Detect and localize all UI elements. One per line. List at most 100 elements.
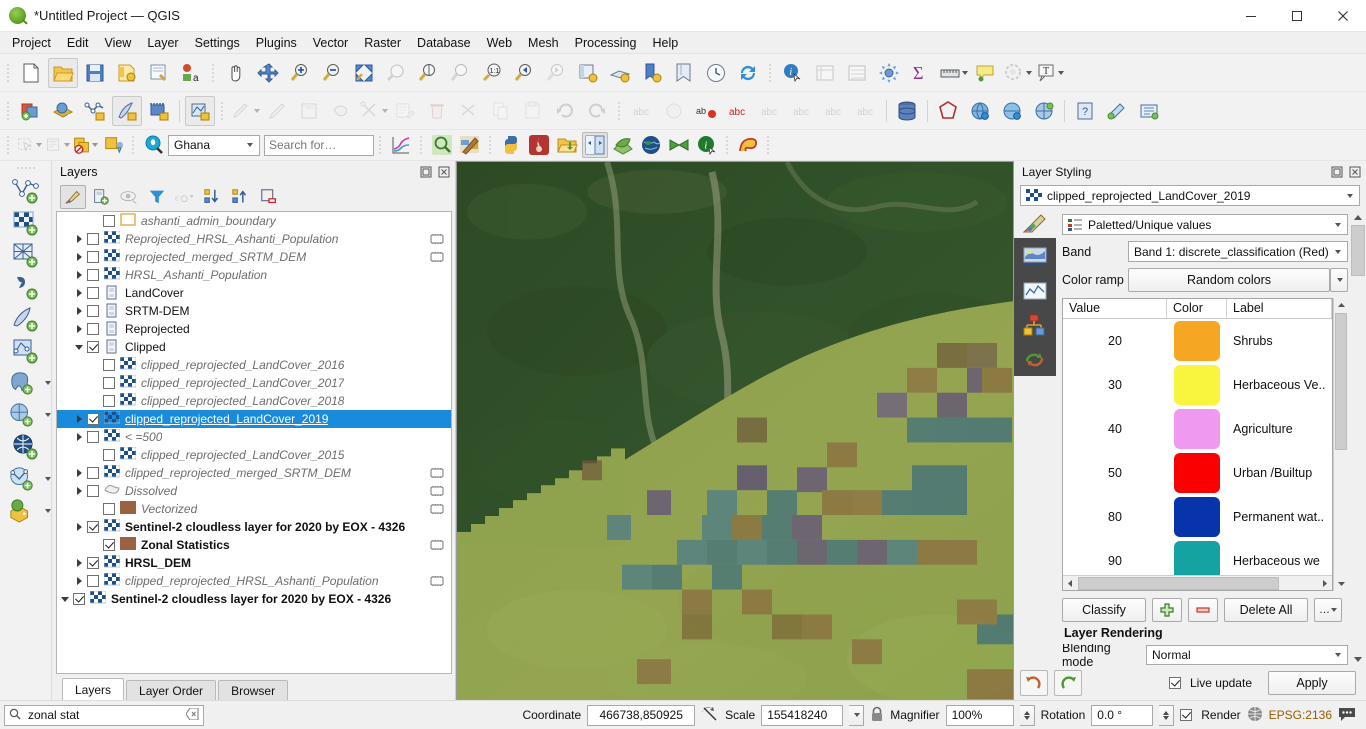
layer-tree-item[interactable]: HRSL_Ashanti_Population bbox=[57, 266, 451, 284]
expand-arrow-icon[interactable] bbox=[71, 428, 87, 446]
style-close-button[interactable] bbox=[1348, 165, 1362, 179]
select-value-caret[interactable] bbox=[64, 143, 70, 147]
layer-visibility-checkbox[interactable] bbox=[87, 431, 99, 443]
minimize-button[interactable] bbox=[1228, 0, 1274, 32]
postgis-dropdown-caret[interactable] bbox=[44, 381, 51, 385]
deselect-features-button[interactable] bbox=[1002, 58, 1032, 88]
plot-chart-icon[interactable] bbox=[388, 132, 414, 158]
collapse-arrow-icon[interactable] bbox=[57, 590, 73, 608]
toolbar-grip-end[interactable] bbox=[765, 133, 772, 157]
layer-tree-item[interactable]: Sentinel-2 cloudless layer for 2020 by E… bbox=[57, 590, 451, 608]
left-toolbar-grip[interactable] bbox=[13, 165, 39, 172]
current-edits-button[interactable] bbox=[230, 96, 260, 126]
expand-arrow-icon[interactable] bbox=[71, 230, 87, 248]
color-swatch-cell[interactable] bbox=[1167, 409, 1227, 449]
new-3d-map-view-icon[interactable] bbox=[605, 58, 635, 88]
toolbar-grip-plugins[interactable] bbox=[377, 133, 384, 157]
undo-icon[interactable] bbox=[550, 96, 580, 126]
magnifier-spinner[interactable] bbox=[1019, 704, 1035, 726]
layer-visibility-checkbox[interactable] bbox=[87, 467, 99, 479]
style-layer-selector[interactable]: clipped_reprojected_LandCover_2019 bbox=[1020, 185, 1360, 206]
expand-arrow-icon[interactable] bbox=[71, 464, 87, 482]
measure-dropdown-caret[interactable] bbox=[961, 70, 968, 75]
statistical-summary-icon[interactable] bbox=[842, 58, 872, 88]
redo-icon[interactable] bbox=[582, 96, 612, 126]
locator-search-input[interactable] bbox=[26, 707, 181, 723]
undo-icon[interactable] bbox=[1020, 670, 1048, 696]
layer-tree-item[interactable]: clipped_reprojected_LandCover_2016 bbox=[57, 356, 451, 374]
color-label-cell[interactable]: Herbaceous we bbox=[1227, 554, 1332, 568]
attribute-table-icon[interactable] bbox=[810, 58, 840, 88]
chevron-down-icon[interactable] bbox=[1342, 193, 1357, 198]
zoom-next-icon[interactable] bbox=[541, 58, 571, 88]
globe-crs-icon[interactable] bbox=[1247, 706, 1263, 725]
zoom-out-icon[interactable] bbox=[317, 58, 347, 88]
layer-tree-item[interactable]: SRTM-DEM bbox=[57, 302, 451, 320]
save-project-as-icon[interactable] bbox=[112, 58, 142, 88]
expand-arrow-icon[interactable] bbox=[71, 410, 87, 428]
menu-edit[interactable]: Edit bbox=[59, 32, 97, 54]
geocoder-country-combo[interactable]: Ghana bbox=[168, 134, 260, 156]
expand-arrow-icon[interactable] bbox=[71, 320, 87, 338]
add-postgis-layer-icon[interactable] bbox=[1, 367, 44, 399]
color-value-cell[interactable]: 40 bbox=[1063, 422, 1167, 436]
color-value-cell[interactable]: 50 bbox=[1063, 466, 1167, 480]
color-table-vscroll[interactable] bbox=[1333, 298, 1348, 591]
redo-icon[interactable] bbox=[1054, 670, 1082, 696]
measure-line-button[interactable] bbox=[938, 58, 968, 88]
layer-tree-item[interactable]: < =500 bbox=[57, 428, 451, 446]
filter-legend-expression-icon[interactable]: ε bbox=[172, 185, 198, 209]
add-wms-layer-icon[interactable] bbox=[1, 399, 44, 431]
color-table-row[interactable]: 40 Agriculture bbox=[1063, 407, 1332, 451]
classify-button[interactable]: Classify bbox=[1062, 598, 1146, 622]
select-by-value-button[interactable] bbox=[44, 132, 70, 158]
select-features-button[interactable] bbox=[16, 132, 42, 158]
map-canvas-container[interactable] bbox=[456, 161, 1014, 700]
layer-labeling-icon[interactable]: abc bbox=[627, 96, 657, 126]
layer-tree-item[interactable]: Dissolved bbox=[57, 482, 451, 500]
temporal-controller-icon[interactable] bbox=[701, 58, 731, 88]
rotate-label-icon[interactable]: abc bbox=[787, 96, 817, 126]
layer-visibility-checkbox[interactable] bbox=[87, 287, 99, 299]
diagram-labeling-icon[interactable] bbox=[659, 96, 689, 126]
chevron-down-icon[interactable] bbox=[1330, 249, 1345, 254]
transparency-icon[interactable] bbox=[1016, 240, 1054, 274]
select-by-location-icon[interactable] bbox=[100, 132, 126, 158]
filter-legend-icon[interactable] bbox=[144, 185, 170, 209]
layer-visibility-checkbox[interactable] bbox=[87, 557, 99, 569]
wms-dropdown-caret[interactable] bbox=[44, 413, 51, 417]
tab-layer-order[interactable]: Layer Order bbox=[126, 680, 217, 700]
toolbar-grip-plugins-2[interactable] bbox=[418, 133, 425, 157]
refresh-icon[interactable] bbox=[733, 58, 763, 88]
delete-all-button[interactable]: Delete All bbox=[1224, 598, 1308, 622]
save-layer-edits-icon[interactable] bbox=[294, 96, 324, 126]
apply-button[interactable]: Apply bbox=[1268, 671, 1356, 695]
zoom-native-resolution-icon[interactable] bbox=[445, 58, 475, 88]
add-vector-layer-icon[interactable] bbox=[80, 96, 110, 126]
color-table-row[interactable]: 90 Herbaceous we bbox=[1063, 539, 1332, 575]
toolbar-grip-nav[interactable] bbox=[210, 61, 217, 85]
color-table-body[interactable]: 20 Shrubs 30 Herbaceous Ve.. 40 Agriculture 50… bbox=[1063, 319, 1332, 575]
color-swatch-cell[interactable] bbox=[1167, 453, 1227, 493]
plugin-manager-icon[interactable] bbox=[1102, 96, 1132, 126]
map-painting-icon[interactable] bbox=[457, 132, 483, 158]
chevron-down-icon[interactable] bbox=[242, 143, 257, 147]
color-label-cell[interactable]: Urban /Builtup bbox=[1227, 466, 1332, 480]
toolbar-grip-3[interactable] bbox=[5, 133, 12, 157]
add-raster-layer-icon[interactable] bbox=[4, 207, 48, 239]
layer-tree-item[interactable]: Reprojected bbox=[57, 320, 451, 338]
paste-features-icon[interactable] bbox=[518, 96, 548, 126]
vscroll-track[interactable] bbox=[1334, 313, 1348, 576]
coordinate-field[interactable]: 466738,850925 bbox=[587, 704, 696, 726]
toolbar-grip-label[interactable] bbox=[616, 99, 623, 123]
vscroll-thumb[interactable] bbox=[1335, 313, 1347, 450]
map-tips-icon[interactable] bbox=[970, 58, 1000, 88]
toggle-editing-icon[interactable] bbox=[262, 96, 292, 126]
chevron-down-icon[interactable] bbox=[1330, 222, 1345, 227]
add-spatialite-layer-icon[interactable] bbox=[4, 303, 48, 335]
history-undo-redo-icon[interactable] bbox=[1016, 342, 1054, 376]
add-entry-icon[interactable] bbox=[1152, 598, 1182, 622]
chevron-down-icon[interactable] bbox=[1330, 653, 1345, 657]
globe-network-icon[interactable] bbox=[1029, 96, 1059, 126]
style-manager-icon[interactable]: a bbox=[176, 58, 206, 88]
